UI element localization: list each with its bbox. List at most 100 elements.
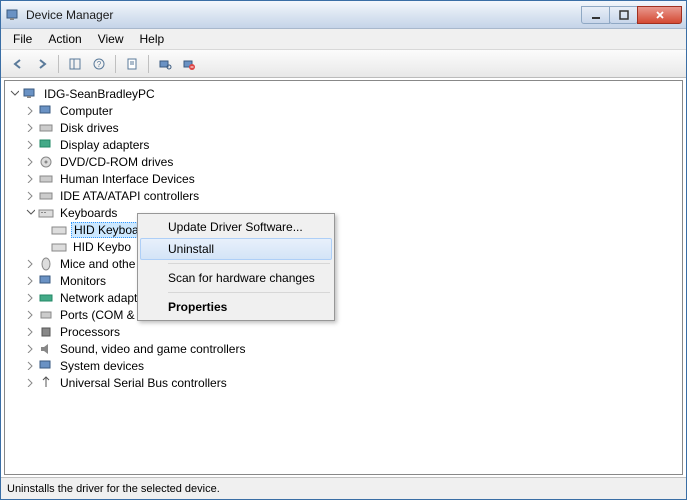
expand-icon[interactable] [25,343,36,354]
menu-view[interactable]: View [90,30,132,48]
app-icon [5,7,21,23]
scan-hardware-button[interactable] [154,53,176,75]
tree-node-ide[interactable]: IDE ATA/ATAPI controllers [7,187,680,204]
ctx-scan-hardware[interactable]: Scan for hardware changes [140,267,332,289]
menu-file[interactable]: File [5,30,40,48]
menu-help[interactable]: Help [132,30,173,48]
tree-node-kbd1[interactable]: HID Keyboard Device [7,221,680,238]
tree-node-usb[interactable]: Universal Serial Bus controllers [7,374,680,391]
show-hide-console-button[interactable] [64,53,86,75]
expand-icon[interactable] [25,292,36,303]
tree-node-hid[interactable]: Human Interface Devices [7,170,680,187]
tree-label: Network adapt [58,291,139,305]
expand-icon[interactable] [25,156,36,167]
svg-text:?: ? [97,60,102,69]
tree-label: System devices [58,359,146,373]
tree-label: Human Interface Devices [58,172,197,186]
tree-node-display[interactable]: Display adapters [7,136,680,153]
tree-content[interactable]: IDG-SeanBradleyPC Computer Disk drives D… [4,80,683,475]
expand-icon[interactable] [25,258,36,269]
tree-node-mice[interactable]: Mice and othe [7,255,680,272]
tree-label: IDE ATA/ATAPI controllers [58,189,201,203]
expand-icon[interactable] [25,377,36,388]
context-menu: Update Driver Software... Uninstall Scan… [137,213,335,321]
display-icon [38,137,54,153]
mouse-icon [38,256,54,272]
expand-icon[interactable] [25,139,36,150]
tree-node-ports[interactable]: Ports (COM & [7,306,680,323]
ctx-uninstall[interactable]: Uninstall [140,238,332,260]
keyboard-icon [38,205,54,221]
separator [148,55,149,73]
window-title: Device Manager [26,8,582,22]
separator [168,292,330,293]
expand-icon[interactable] [25,326,36,337]
ctx-update-driver[interactable]: Update Driver Software... [140,216,332,238]
expand-icon[interactable] [25,122,36,133]
tree-node-sound[interactable]: Sound, video and game controllers [7,340,680,357]
expand-icon[interactable] [25,360,36,371]
device-manager-window: Device Manager File Action View Help ? I… [0,0,687,500]
network-icon [38,290,54,306]
separator [115,55,116,73]
tree-label: Sound, video and game controllers [58,342,247,356]
expand-icon[interactable] [25,105,36,116]
dvd-icon [38,154,54,170]
tree-label: HID Keybo [71,240,133,254]
cpu-icon [38,324,54,340]
forward-button[interactable] [31,53,53,75]
ctx-properties[interactable]: Properties [140,296,332,318]
tree-label: Universal Serial Bus controllers [58,376,229,390]
tree-label: Monitors [58,274,108,288]
close-button[interactable] [637,6,682,24]
port-icon [38,307,54,323]
expand-icon[interactable] [25,173,36,184]
maximize-button[interactable] [609,6,638,24]
tree-node-system[interactable]: System devices [7,357,680,374]
tree-label: DVD/CD-ROM drives [58,155,175,169]
sound-icon [38,341,54,357]
tree-label: Disk drives [58,121,121,135]
keyboard-icon [51,239,67,255]
tree-node-kbd2[interactable]: HID Keybo [7,238,680,255]
collapse-icon[interactable] [25,207,36,218]
tree-label: Mice and othe [58,257,137,271]
expand-icon[interactable] [25,190,36,201]
separator [168,263,330,264]
tree-label: Processors [58,325,122,339]
keyboard-icon [51,222,67,238]
expand-icon[interactable] [25,309,36,320]
minimize-button[interactable] [581,6,610,24]
tree-node-monitors[interactable]: Monitors [7,272,680,289]
disk-icon [38,120,54,136]
ide-icon [38,188,54,204]
tree-label: Computer [58,104,115,118]
monitor-icon [38,273,54,289]
tree-node-processors[interactable]: Processors [7,323,680,340]
menu-action[interactable]: Action [40,30,89,48]
back-button[interactable] [7,53,29,75]
status-text: Uninstalls the driver for the selected d… [7,483,220,495]
computer-icon [38,103,54,119]
expand-icon[interactable] [25,275,36,286]
titlebar[interactable]: Device Manager [1,1,686,29]
tree-node-computer[interactable]: Computer [7,102,680,119]
tree-label: Keyboards [58,206,119,220]
separator [58,55,59,73]
window-controls [582,6,682,24]
device-tree: IDG-SeanBradleyPC Computer Disk drives D… [5,81,682,395]
toolbar: ? [1,50,686,78]
help-button[interactable]: ? [88,53,110,75]
collapse-icon[interactable] [9,88,20,99]
tree-label: IDG-SeanBradleyPC [42,87,157,101]
tree-node-diskdrives[interactable]: Disk drives [7,119,680,136]
tree-root[interactable]: IDG-SeanBradleyPC [7,85,680,102]
tree-node-network[interactable]: Network adapt [7,289,680,306]
tree-node-dvd[interactable]: DVD/CD-ROM drives [7,153,680,170]
usb-icon [38,375,54,391]
hid-icon [38,171,54,187]
properties-button[interactable] [121,53,143,75]
tree-node-keyboards[interactable]: Keyboards [7,204,680,221]
uninstall-button[interactable] [178,53,200,75]
statusbar: Uninstalls the driver for the selected d… [1,477,686,499]
